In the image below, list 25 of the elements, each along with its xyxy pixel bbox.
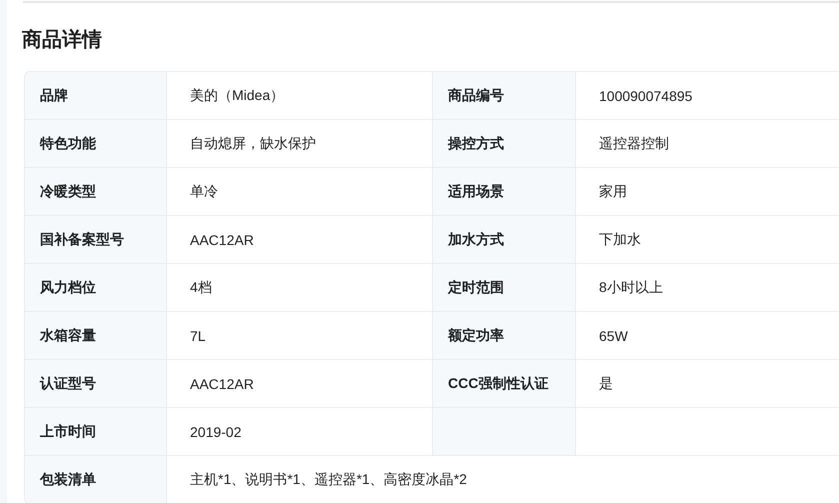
attribute-label: 加水方式 bbox=[433, 216, 576, 263]
attribute-value: 主机*1、说明书*1、遥控器*1、高密度冰晶*2 bbox=[167, 456, 839, 503]
attribute-value: 是 bbox=[576, 360, 839, 407]
attribute-value: 遥控器控制 bbox=[576, 120, 839, 167]
attribute-value: 65W bbox=[576, 312, 839, 359]
attribute-label: 包装清单 bbox=[25, 456, 167, 503]
attribute-label: 品牌 bbox=[25, 72, 167, 119]
section-title: 商品详情 bbox=[22, 28, 103, 53]
attribute-label: 风力档位 bbox=[25, 264, 167, 311]
attribute-label: 冷暖类型 bbox=[25, 168, 167, 215]
attribute-value: 100090074895 bbox=[576, 72, 839, 119]
attribute-label: CCC强制性认证 bbox=[433, 360, 576, 407]
attribute-label: 商品编号 bbox=[433, 72, 576, 119]
attribute-value: 8小时以上 bbox=[576, 264, 839, 311]
attribute-label: 定时范围 bbox=[433, 264, 576, 311]
attribute-value: 下加水 bbox=[576, 216, 839, 263]
attribute-label: 国补备案型号 bbox=[25, 216, 167, 263]
attribute-label: 认证型号 bbox=[25, 360, 167, 407]
attribute-label: 上市时间 bbox=[25, 408, 167, 455]
attribute-value: 家用 bbox=[576, 168, 839, 215]
attribute-label: 特色功能 bbox=[25, 120, 167, 167]
attribute-label: 额定功率 bbox=[433, 312, 576, 359]
attribute-label: 操控方式 bbox=[433, 120, 576, 167]
attribute-label: 水箱容量 bbox=[25, 312, 167, 359]
attribute-label: 适用场景 bbox=[433, 168, 576, 215]
